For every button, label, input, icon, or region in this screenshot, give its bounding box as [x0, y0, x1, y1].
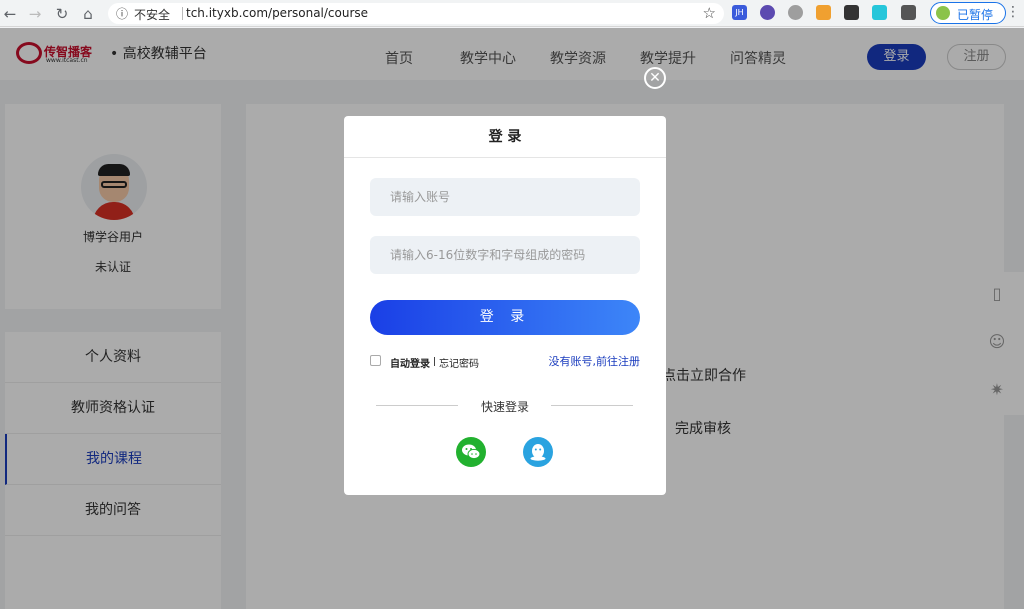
- qr-code-icon[interactable]: [844, 5, 860, 20]
- password-input[interactable]: [370, 236, 640, 274]
- ext-globe-icon[interactable]: [760, 5, 776, 20]
- forgot-password-link[interactable]: 忘记密码: [439, 355, 479, 370]
- auto-login-label[interactable]: 自动登录: [390, 355, 430, 370]
- ext-chart-icon[interactable]: [872, 5, 888, 20]
- more-menu-icon[interactable]: ⋮: [1006, 4, 1020, 20]
- reload-icon[interactable]: ↻: [52, 4, 72, 24]
- address-separator: [182, 7, 183, 20]
- profile-avatar-icon: [936, 6, 950, 20]
- modal-title: 登 录: [344, 116, 666, 158]
- info-icon[interactable]: ⓘ: [116, 5, 128, 22]
- star-icon[interactable]: ☆: [703, 4, 716, 22]
- ext-window-icon[interactable]: [900, 5, 916, 20]
- forward-icon[interactable]: →: [25, 4, 45, 24]
- login-submit-button[interactable]: 登 录: [370, 300, 640, 335]
- quick-login-title: 快速登录: [480, 400, 529, 414]
- ext-jh-icon[interactable]: JH: [732, 5, 747, 20]
- profile-paused-button[interactable]: 已暂停: [930, 2, 1006, 24]
- auto-login-checkbox[interactable]: [370, 355, 381, 366]
- profile-paused-label: 已暂停: [957, 8, 994, 22]
- login-modal: 登 录 登 录 自动登录 忘记密码 没有账号,前往注册 快速登录: [344, 116, 666, 495]
- home-icon[interactable]: ⌂: [78, 4, 98, 24]
- account-input[interactable]: [370, 178, 640, 216]
- qq-login-icon[interactable]: [523, 437, 553, 467]
- browser-toolbar: ← → ↻ ⌂ ⓘ 不安全 tch.ityxb.com/personal/cou…: [0, 0, 1024, 27]
- ext-orange-icon[interactable]: [816, 5, 832, 20]
- wechat-login-icon[interactable]: [456, 437, 486, 467]
- back-icon[interactable]: ←: [0, 4, 20, 24]
- extension-icons: JH: [732, 5, 924, 22]
- url-text[interactable]: tch.ityxb.com/personal/course: [186, 6, 368, 20]
- ext-settings-icon[interactable]: [788, 5, 804, 20]
- address-bar[interactable]: ⓘ 不安全 tch.ityxb.com/personal/course ☆: [108, 3, 724, 24]
- close-icon[interactable]: ✕: [644, 67, 666, 89]
- insecure-label: 不安全: [134, 8, 171, 22]
- register-link[interactable]: 没有账号,前往注册: [549, 353, 641, 369]
- option-separator: [434, 357, 435, 366]
